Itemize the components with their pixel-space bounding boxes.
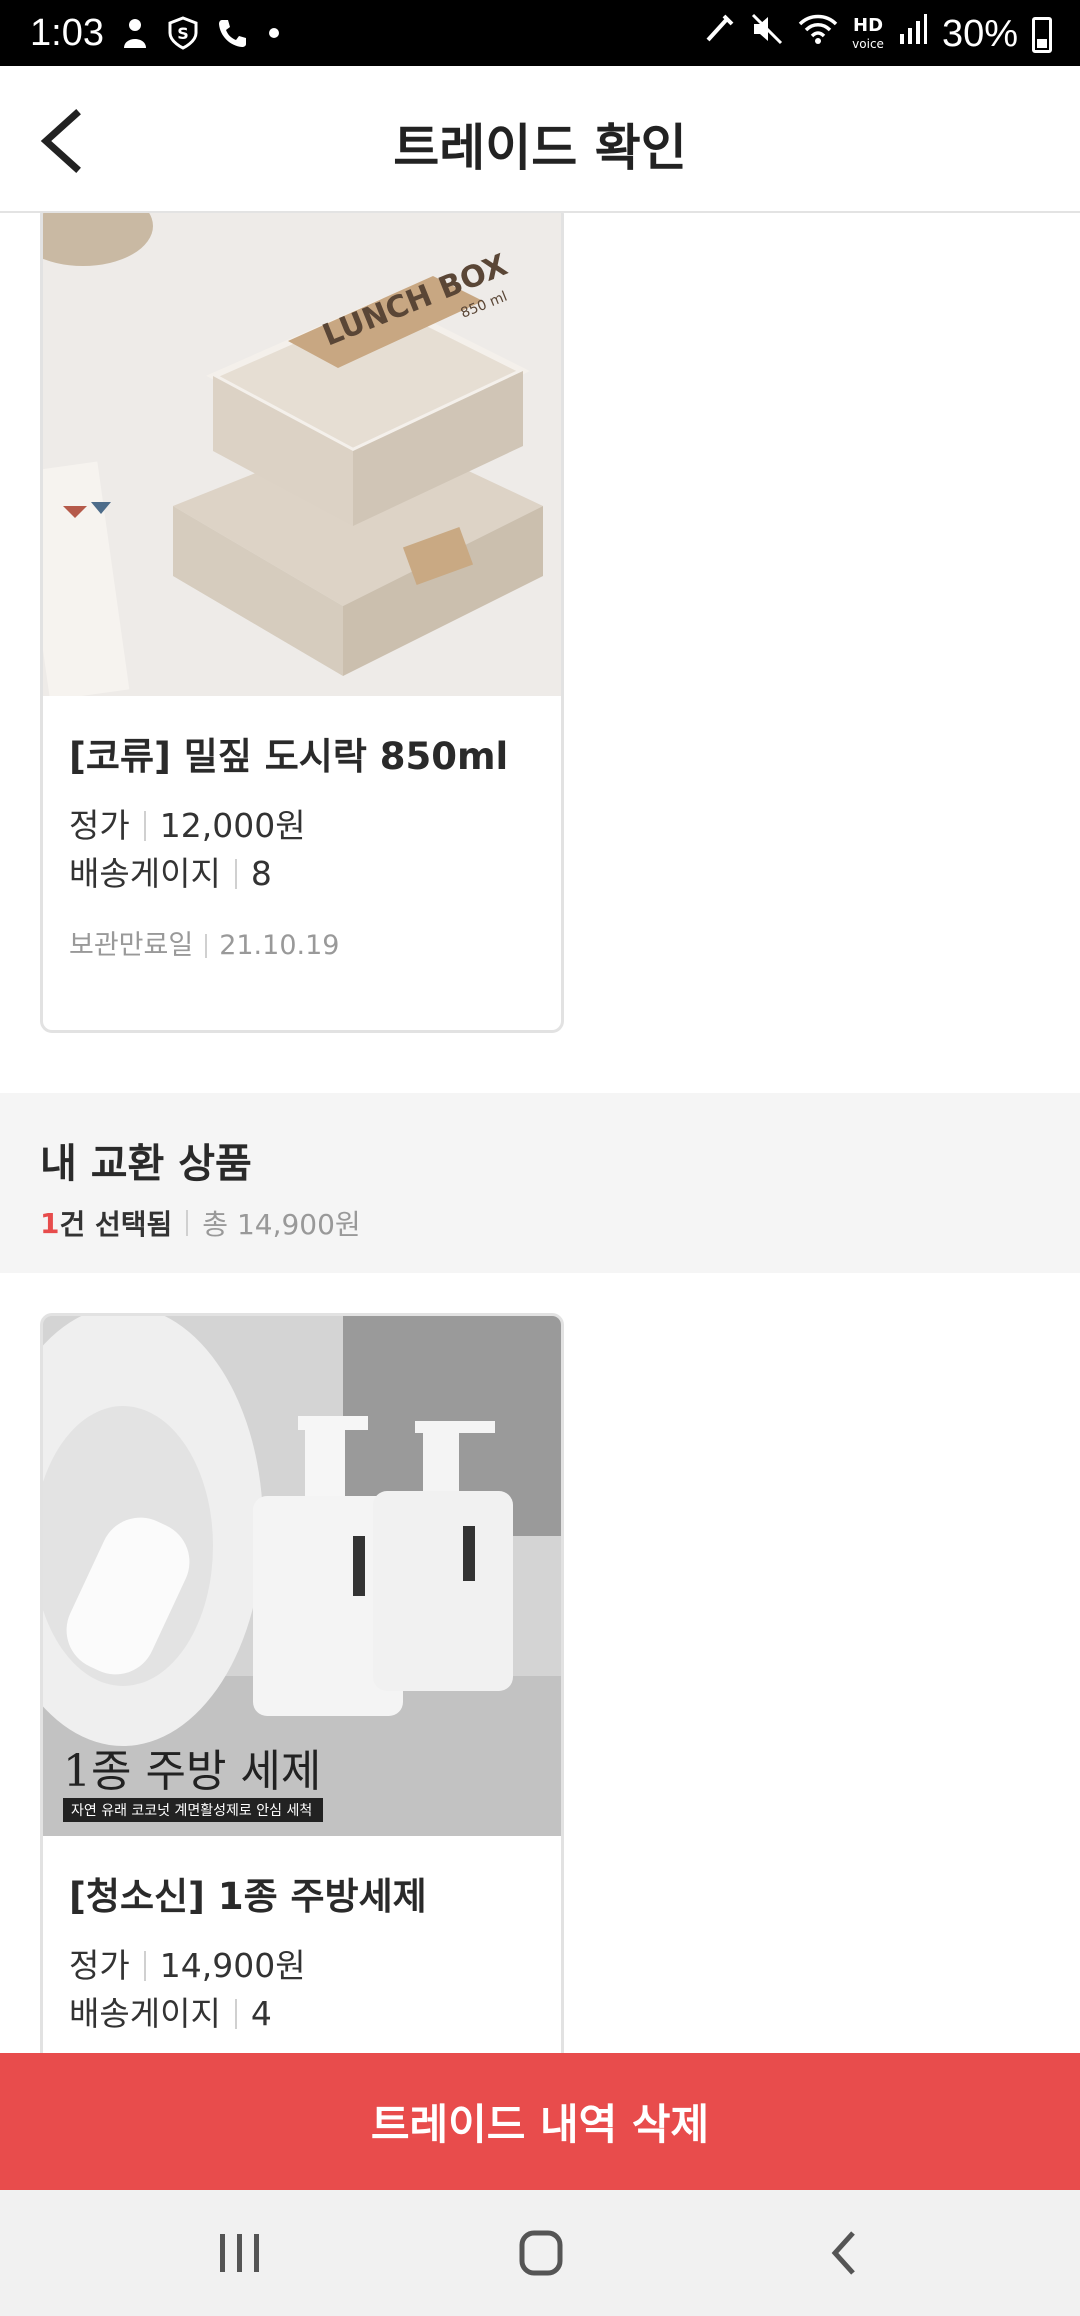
target-item-price-row: 정가 12,000원 xyxy=(69,802,535,850)
status-bar: 1:03 S HD voice 30% xyxy=(0,0,1080,66)
shield-s-icon: S xyxy=(168,16,198,58)
price-label: 정가 xyxy=(69,1946,130,1985)
nfc-icon xyxy=(702,12,736,57)
voice-label: voice xyxy=(852,36,884,51)
divider xyxy=(186,1210,189,1236)
my-item-price-row: 정가 14,900원 xyxy=(69,1942,535,1990)
gauge-label: 배송게이지 xyxy=(69,1994,221,2033)
my-item-name: [청소신] 1종 주방세제 xyxy=(69,1875,427,1918)
divider xyxy=(234,1999,237,2029)
section-title: 내 교환 상품 xyxy=(40,1141,252,1187)
my-item-card[interactable]: 1종 주방 세제 자연 유래 코코넛 계면활성제로 안심 세척 [청소신] 1종… xyxy=(40,1313,564,2053)
target-item-card[interactable]: LUNCH BOX 850 ml [코류] 밀짚 도시락 850ml 정가 12… xyxy=(40,213,564,1033)
home-icon xyxy=(519,2230,563,2276)
section-summary: 1 건 선택됨 총 14,900원 xyxy=(40,1203,361,1243)
divider xyxy=(205,934,208,958)
my-item-gauge-row: 배송게이지 4 xyxy=(69,1990,535,2038)
wifi-call-icon xyxy=(216,16,250,58)
recent-apps-icon xyxy=(220,2234,259,2272)
app-header: 트레이드 확인 xyxy=(0,66,1080,213)
svg-text:S: S xyxy=(177,24,189,43)
nav-back-button[interactable] xyxy=(805,2220,885,2286)
bixby-icon xyxy=(120,16,150,58)
status-right-icons: HD voice 30% xyxy=(702,12,1052,57)
my-item-image: 1종 주방 세제 자연 유래 코코넛 계면활성제로 안심 세척 xyxy=(43,1316,561,1836)
target-item-image: LUNCH BOX 850 ml xyxy=(43,213,561,696)
hd-label: HD xyxy=(853,14,884,36)
target-item-info: [코류] 밀짚 도시락 850ml 정가 12,000원 배송게이지 8 보관만… xyxy=(43,696,561,1000)
dot-icon xyxy=(268,16,280,58)
price-value: 12,000원 xyxy=(159,806,306,845)
detergent-caption-text: 자연 유래 코코넛 계면활성제로 안심 세척 xyxy=(71,1803,312,1819)
expiry-value: 21.10.19 xyxy=(219,930,340,961)
target-item-expiry-row: 보관만료일 21.10.19 xyxy=(69,922,535,970)
battery-icon xyxy=(1032,16,1052,53)
gauge-value: 8 xyxy=(250,854,272,893)
selected-count: 1 xyxy=(40,1206,60,1240)
status-time: 1:03 xyxy=(30,12,104,54)
back-icon xyxy=(831,2231,855,2275)
delete-trade-button[interactable]: 트레이드 내역 삭제 xyxy=(0,2053,1080,2190)
signal-icon xyxy=(898,12,928,57)
status-left-icons: S xyxy=(120,16,280,58)
content-scroll[interactable]: LUNCH BOX 850 ml [코류] 밀짚 도시락 850ml 정가 12… xyxy=(0,213,1080,2053)
price-label: 정가 xyxy=(69,806,130,845)
gauge-value: 4 xyxy=(250,1994,272,2033)
page-title: 트레이드 확인 xyxy=(393,119,687,177)
expiry-label: 보관만료일 xyxy=(69,930,194,961)
divider xyxy=(143,811,146,841)
battery-percent: 30% xyxy=(941,13,1018,55)
price-value: 14,900원 xyxy=(159,1946,306,1985)
mute-icon xyxy=(750,12,784,57)
hd-voice-icon: HD voice xyxy=(852,14,884,53)
home-button[interactable] xyxy=(500,2220,580,2286)
my-items-section: 내 교환 상품 1 건 선택됨 총 14,900원 xyxy=(0,1093,1080,1273)
divider xyxy=(143,1951,146,1981)
divider xyxy=(234,859,237,889)
selected-suffix: 건 선택됨 xyxy=(59,1208,173,1241)
target-item-gauge-row: 배송게이지 8 xyxy=(69,850,535,898)
target-item-name: [코류] 밀짚 도시락 850ml xyxy=(69,735,509,778)
gauge-label: 배송게이지 xyxy=(69,854,221,893)
detergent-headline-text: 1종 주방 세제 xyxy=(63,1746,321,1797)
wifi-icon xyxy=(798,12,838,57)
recent-apps-button[interactable] xyxy=(200,2220,280,2286)
system-nav-bar xyxy=(0,2190,1080,2316)
my-item-info: [청소신] 1종 주방세제 정가 14,900원 배송게이지 4 xyxy=(43,1836,561,2053)
selected-total: 총 14,900원 xyxy=(202,1208,361,1241)
